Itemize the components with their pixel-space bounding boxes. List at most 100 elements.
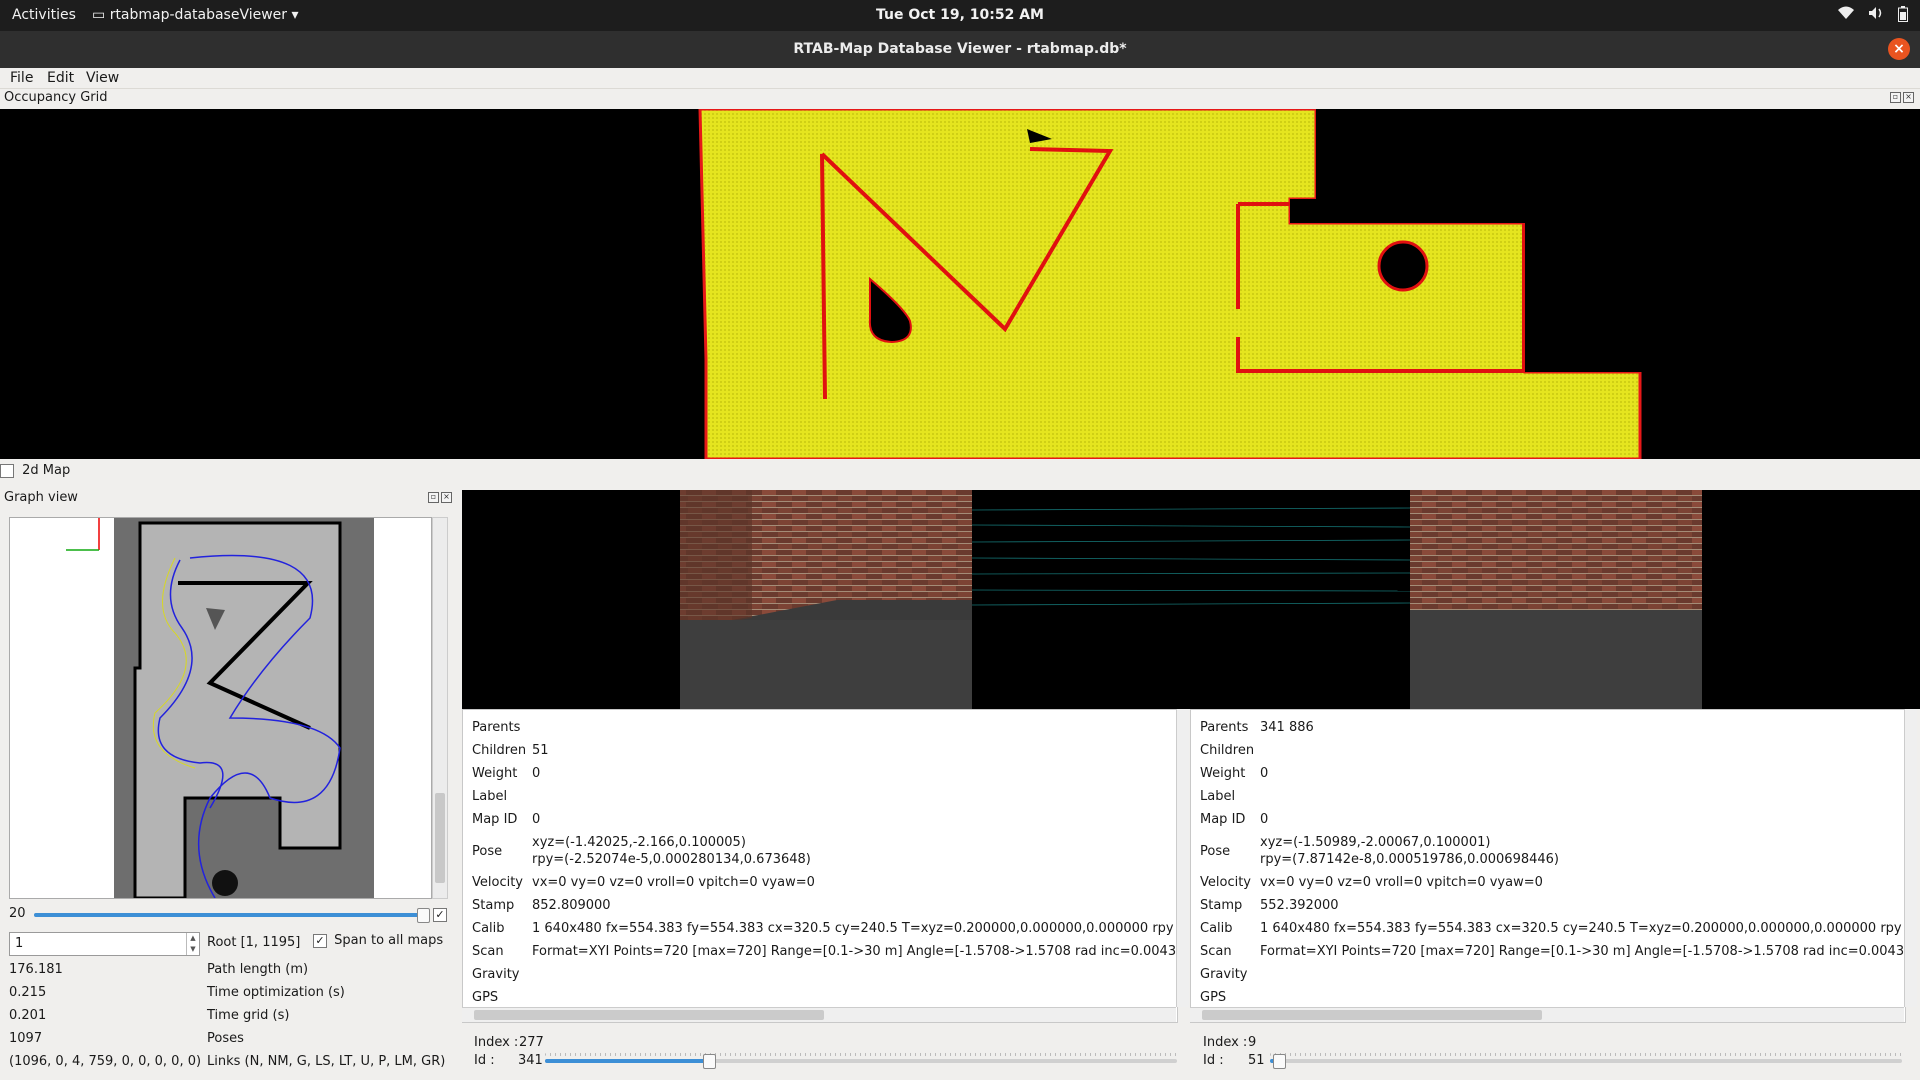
stat-label: Poses (207, 1031, 244, 1046)
field-key: Weight (1200, 766, 1246, 781)
field-key: Label (472, 789, 508, 804)
battery-icon (1898, 6, 1908, 26)
right-info-horizontal-scrollbar[interactable] (1190, 1007, 1904, 1022)
right-id-value: 51 (1248, 1053, 1265, 1068)
left-info-vertical-scrollbar[interactable] (1176, 709, 1189, 1007)
spinbox-arrows-icon[interactable]: ▲ ▼ (186, 933, 199, 955)
graph-vertical-scrollbar[interactable] (432, 517, 448, 899)
field-key: Velocity (472, 875, 523, 890)
stat-value: 0.215 (9, 985, 47, 1000)
field-value: 0 (1260, 812, 1269, 827)
field-key: Gravity (472, 967, 520, 982)
map2d-toggle[interactable]: 2d Map (0, 463, 70, 481)
field-key: Children (1200, 743, 1255, 758)
root-spinbox[interactable]: 1 ▲ ▼ (9, 932, 200, 956)
left-info-horizontal-scrollbar[interactable] (462, 1007, 1176, 1022)
clock[interactable]: Tue Oct 19, 10:52 AM (0, 7, 1920, 23)
stat-value: 0.201 (9, 1008, 47, 1023)
field-key: Stamp (472, 898, 515, 913)
image-comparison-view[interactable] (462, 490, 1920, 709)
stat-label: Time optimization (s) (207, 985, 345, 1000)
occupancy-grid-title: Occupancy Grid (4, 90, 108, 105)
field-value: 0 (1260, 766, 1269, 781)
graph-slider-row: 20 ✓ (9, 906, 447, 924)
right-info-vertical-scrollbar[interactable] (1904, 709, 1917, 1007)
field-key: Stamp (1200, 898, 1243, 913)
slider-ticks (1270, 1053, 1902, 1056)
float-icon[interactable]: ▫ (428, 492, 439, 503)
field-key: Parents (472, 720, 521, 735)
span-all-maps-checkbox[interactable]: ✓ (313, 933, 327, 948)
wifi-icon (1838, 6, 1854, 26)
left-id-value: 341 (518, 1053, 543, 1068)
stat-value: (1096, 0, 4, 759, 0, 0, 0, 0, 0) (9, 1054, 202, 1069)
graph-map (66, 518, 374, 898)
field-value: vx=0 vy=0 vz=0 vroll=0 vpitch=0 vyaw=0 (1260, 875, 1543, 890)
slider-handle[interactable] (1273, 1054, 1287, 1069)
right-node-info[interactable]: Parents 341 886 Children Weight 0 Label Ma… (1190, 709, 1906, 1023)
field-value: Format=XYI Points=720 [max=720] Range=[0… (532, 944, 1177, 959)
field-value: 0 (532, 812, 541, 827)
window-title-bar[interactable]: RTAB-Map Database Viewer - rtabmap.db* × (0, 31, 1920, 68)
field-key: Label (1200, 789, 1236, 804)
field-value: rpy=(-2.52074e-5,0.000280134,0.673648) (532, 852, 811, 867)
slider-ticks (545, 1053, 1177, 1056)
stat-label: Links (N, NM, G, LS, LT, U, P, LM, GR) (207, 1054, 446, 1069)
left-node-info[interactable]: Parents Children 51 Weight 0 Label Map ID 0… (462, 709, 1178, 1023)
field-key: GPS (1200, 990, 1227, 1005)
close-icon[interactable]: × (441, 492, 452, 503)
map2d-checkbox[interactable] (0, 463, 14, 478)
menu-file[interactable]: File (10, 70, 33, 86)
field-value: rpy=(7.87142e-8,0.000519786,0.000698446) (1260, 852, 1559, 867)
field-key: Calib (472, 921, 505, 936)
field-value: 552.392000 (1260, 898, 1339, 913)
root-spinbox-value: 1 (15, 936, 24, 951)
graph-slider-checkbox[interactable]: ✓ (433, 908, 447, 922)
volume-icon (1868, 6, 1884, 26)
scrollbar-thumb[interactable] (1202, 1010, 1542, 1020)
float-icon[interactable]: ▫ (1890, 92, 1901, 103)
stat-value: 176.181 (9, 962, 63, 977)
field-value: xyz=(-1.42025,-2.166,0.100005) (532, 835, 746, 850)
right-id-label: Id : (1203, 1053, 1224, 1068)
root-label: Root [1, 1195] (207, 935, 301, 950)
graph-slider-handle[interactable] (417, 908, 430, 923)
graph-slider-fill (34, 913, 424, 917)
camera-images (680, 490, 1702, 709)
right-index-slider[interactable] (1270, 1052, 1902, 1069)
field-key: Velocity (1200, 875, 1251, 890)
menu-view[interactable]: View (86, 70, 119, 86)
field-key: Children (472, 743, 527, 758)
scrollbar-thumb[interactable] (474, 1010, 824, 1020)
menu-edit[interactable]: Edit (47, 70, 74, 86)
field-value: 852.809000 (532, 898, 611, 913)
field-key: Weight (472, 766, 518, 781)
system-top-bar: Activities ▭ rtabmap-databaseViewer ▾ Tu… (0, 0, 1920, 31)
close-icon: × (1893, 41, 1905, 57)
map2d-label: 2d Map (22, 463, 71, 478)
left-id-label: Id : (474, 1053, 495, 1068)
field-key: GPS (472, 990, 499, 1005)
occupancy-dock-buttons: ▫ × (1890, 92, 1914, 103)
menu-bar: File Edit View (0, 68, 1920, 89)
graph-view-canvas[interactable] (9, 517, 432, 899)
left-index-label: Index : (474, 1035, 519, 1050)
close-window-button[interactable]: × (1888, 38, 1910, 60)
field-key: Map ID (1200, 812, 1246, 827)
field-value: 1 640x480 fx=554.383 fy=554.383 cx=320.5… (1260, 921, 1902, 936)
field-key: Pose (472, 844, 503, 859)
left-index-slider[interactable] (545, 1052, 1177, 1069)
field-key: Scan (472, 944, 504, 959)
scrollbar-thumb[interactable] (435, 793, 445, 883)
span-all-maps-toggle[interactable]: ✓ Span to all maps (313, 933, 443, 948)
stat-label: Time grid (s) (207, 1008, 290, 1023)
system-tray[interactable] (1838, 6, 1908, 26)
slider-track (1270, 1059, 1902, 1063)
field-key: Pose (1200, 844, 1231, 859)
occupancy-grid-view[interactable] (0, 109, 1920, 459)
field-value: vx=0 vy=0 vz=0 vroll=0 vpitch=0 vyaw=0 (532, 875, 815, 890)
slider-handle[interactable] (703, 1054, 717, 1069)
close-icon[interactable]: × (1903, 92, 1914, 103)
graph-view-title: Graph view (4, 490, 78, 505)
stat-label: Path length (m) (207, 962, 309, 977)
